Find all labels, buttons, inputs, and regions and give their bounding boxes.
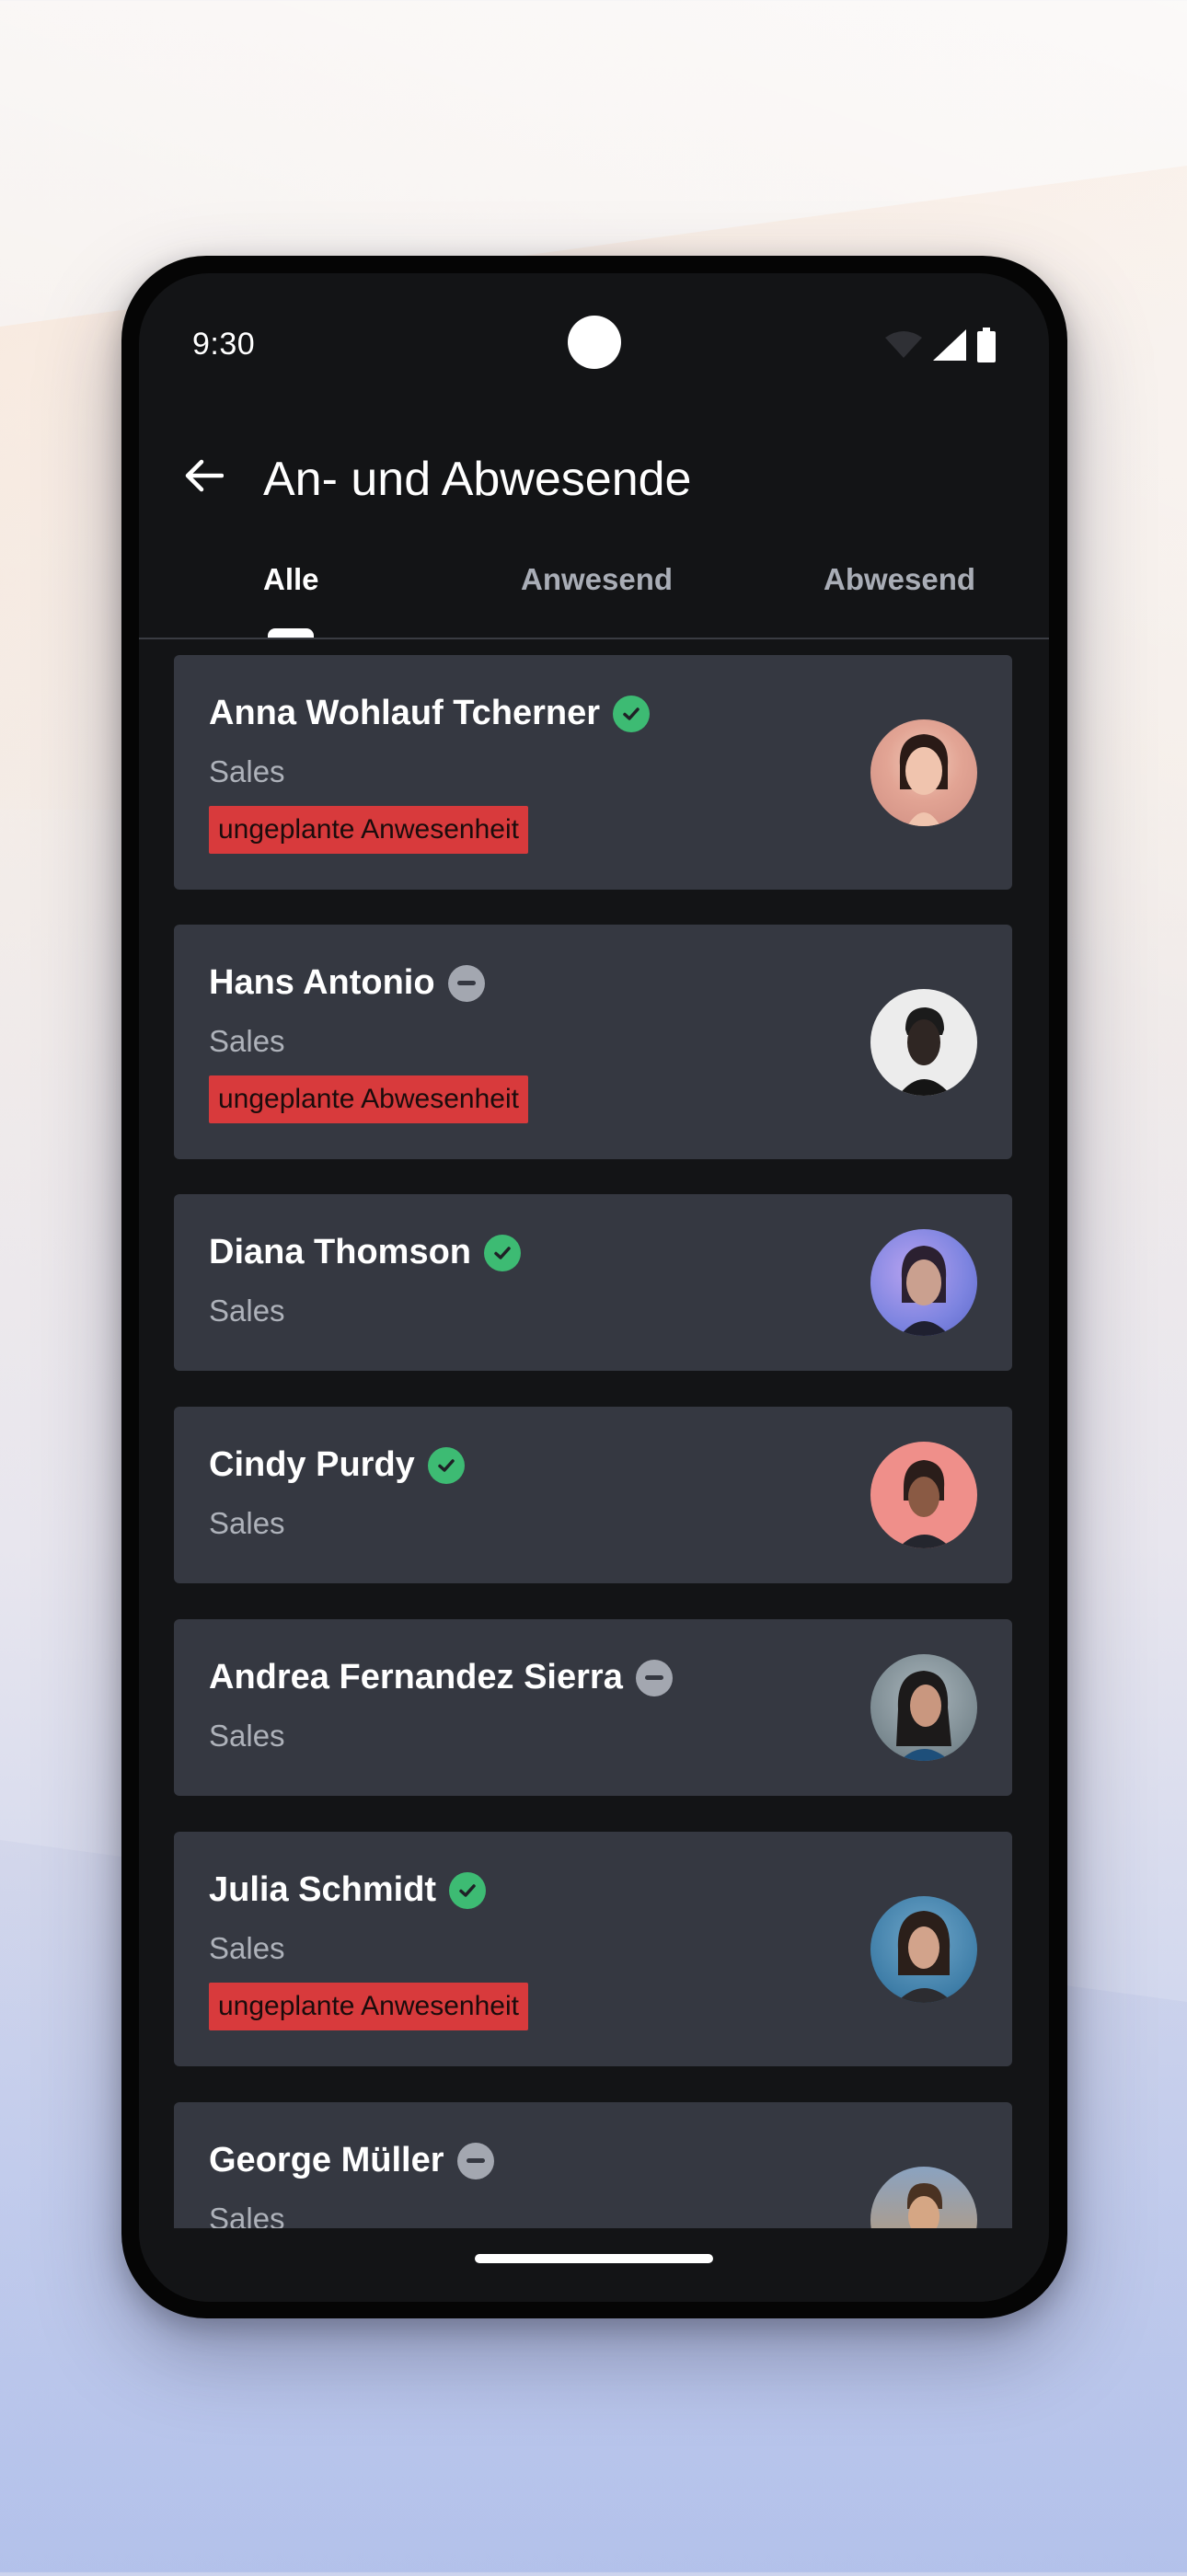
employee-name: Diana Thomson <box>209 1233 472 1271</box>
avatar <box>870 2167 977 2228</box>
tab-abwesend[interactable]: Abwesend <box>824 562 975 597</box>
employee-name: Cindy Purdy <box>209 1445 415 1484</box>
check-circle-icon <box>427 1446 465 1484</box>
employee-name-row: Cindy Purdy <box>209 1445 465 1485</box>
employee-name-row: Julia Schmidt <box>209 1870 487 1910</box>
employee-name-row: Anna Wohlauf Tcherner <box>209 694 651 733</box>
active-tab-indicator <box>268 628 314 638</box>
employee-name-row: George Müller <box>209 2141 494 2180</box>
employee-department: Sales <box>209 754 285 788</box>
avatar <box>870 1896 977 2003</box>
battery-icon <box>977 328 996 362</box>
status-time: 9:30 <box>192 327 256 362</box>
app-bar: An- und Abwesende <box>139 411 1049 540</box>
employee-card[interactable]: Julia Schmidt Sales ungeplante Anwesenhe… <box>174 1832 1012 2066</box>
minus-circle-icon <box>635 1659 673 1696</box>
home-indicator[interactable] <box>475 2254 713 2263</box>
avatar <box>870 989 977 1096</box>
tab-bar: Alle Anwesend Abwesend <box>139 549 1049 639</box>
employee-name: Hans Antonio <box>209 963 435 1002</box>
employee-card[interactable]: George Müller Sales <box>174 2102 1012 2228</box>
employee-name: Anna Wohlauf Tcherner <box>209 694 601 732</box>
employee-name: Andrea Fernandez Sierra <box>209 1658 623 1696</box>
avatar <box>870 719 977 826</box>
employee-department: Sales <box>209 1719 285 1753</box>
employee-card[interactable]: Diana Thomson Sales <box>174 1194 1012 1371</box>
avatar <box>870 1654 977 1761</box>
attendance-badge: ungeplante Abwesenheit <box>209 1075 528 1123</box>
employee-list: Anna Wohlauf Tcherner Sales ungeplante A… <box>139 639 1049 2228</box>
employee-name-row: Hans Antonio <box>209 963 485 1003</box>
check-circle-icon <box>613 695 651 732</box>
check-circle-icon <box>449 1871 487 1909</box>
employee-department: Sales <box>209 1506 285 1540</box>
employee-name-row: Diana Thomson <box>209 1233 522 1272</box>
tab-anwesend[interactable]: Anwesend <box>521 562 673 597</box>
wifi-icon <box>885 331 922 358</box>
back-button[interactable] <box>176 448 231 503</box>
employee-department: Sales <box>209 2202 285 2228</box>
employee-card[interactable]: Andrea Fernandez Sierra Sales <box>174 1619 1012 1796</box>
gesture-bar <box>139 2228 1049 2302</box>
status-bar: 9:30 <box>139 273 1049 411</box>
page-title: An- und Abwesende <box>263 453 692 506</box>
employee-name-row: Andrea Fernandez Sierra <box>209 1658 673 1697</box>
employee-department: Sales <box>209 1024 285 1058</box>
status-icons <box>885 327 996 363</box>
minus-circle-icon <box>447 964 485 1002</box>
tab-alle[interactable]: Alle <box>263 562 319 597</box>
attendance-badge: ungeplante Anwesenheit <box>209 806 528 854</box>
signal-icon <box>933 329 966 361</box>
employee-card[interactable]: Hans Antonio Sales ungeplante Abwesenhei… <box>174 925 1012 1159</box>
employee-department: Sales <box>209 1294 285 1328</box>
employee-department: Sales <box>209 1931 285 1965</box>
avatar <box>870 1229 977 1336</box>
minus-circle-icon <box>456 2142 494 2179</box>
employee-card[interactable]: Anna Wohlauf Tcherner Sales ungeplante A… <box>174 655 1012 890</box>
avatar <box>870 1442 977 1548</box>
check-circle-icon <box>484 1234 522 1271</box>
camera-cutout <box>568 316 621 369</box>
attendance-badge: ungeplante Anwesenheit <box>209 1983 528 2030</box>
arrow-left-icon <box>185 459 224 492</box>
employee-name: George Müller <box>209 2141 444 2179</box>
employee-card[interactable]: Cindy Purdy Sales <box>174 1407 1012 1583</box>
employee-name: Julia Schmidt <box>209 1870 437 1909</box>
phone-screen: 9:30 An- und Abwesende Alle Anwesend Abw… <box>139 273 1049 2302</box>
